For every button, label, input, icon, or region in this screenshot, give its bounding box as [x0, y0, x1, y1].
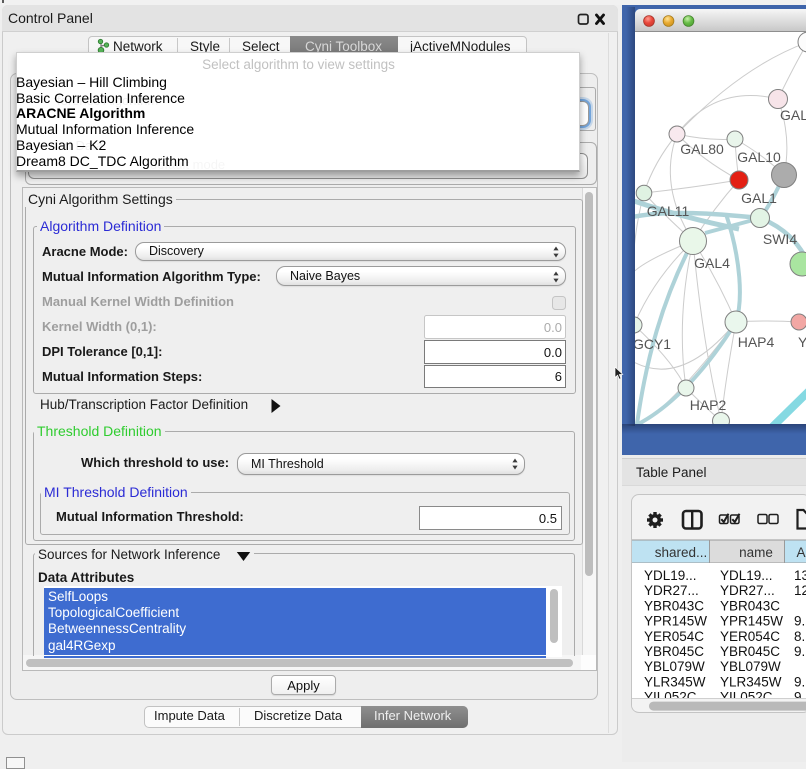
svg-text:YDR27...: YDR27...	[644, 583, 699, 598]
svg-text:YBR045C: YBR045C	[644, 644, 704, 659]
svg-text:GAL10: GAL10	[737, 149, 781, 165]
svg-text:YLR345W: YLR345W	[644, 674, 706, 689]
svg-text:GAL7: GAL7	[780, 107, 806, 123]
svg-text:YLR345W: YLR345W	[720, 674, 782, 689]
svg-text:13: 13	[794, 568, 806, 583]
svg-text:YDR27...: YDR27...	[720, 583, 775, 598]
svg-text:HAP4: HAP4	[738, 334, 775, 350]
svg-text:A: A	[796, 545, 805, 560]
svg-text:8.: 8.	[794, 629, 805, 644]
svg-text:YPR145W: YPR145W	[720, 614, 783, 629]
svg-text:YER054C: YER054C	[644, 629, 704, 644]
svg-text:9.: 9.	[794, 644, 805, 659]
svg-text:shared...: shared...	[655, 545, 708, 560]
svg-text:GAL1: GAL1	[741, 190, 777, 206]
svg-text:YBL079W: YBL079W	[720, 659, 781, 674]
svg-text:YBL079W: YBL079W	[644, 659, 705, 674]
svg-text:SWI4: SWI4	[763, 231, 797, 247]
svg-text:GCY1: GCY1	[635, 336, 671, 352]
svg-text:name: name	[739, 545, 773, 560]
svg-text:YBR043C: YBR043C	[644, 598, 704, 613]
svg-text:GAL80: GAL80	[680, 141, 724, 157]
svg-text:YDL19...: YDL19...	[644, 568, 697, 583]
svg-text:9.: 9.	[794, 614, 805, 629]
svg-text:12: 12	[794, 583, 806, 598]
svg-text:GAL4: GAL4	[694, 255, 730, 271]
svg-text:YDL19...: YDL19...	[720, 568, 773, 583]
svg-text:YPR145W: YPR145W	[644, 614, 707, 629]
svg-text:YER054C: YER054C	[720, 629, 780, 644]
svg-text:YJR: YJR	[798, 334, 806, 350]
svg-text:YBR045C: YBR045C	[720, 644, 780, 659]
svg-text:HAP2: HAP2	[690, 397, 727, 413]
svg-text:GAL11: GAL11	[647, 203, 690, 219]
svg-text:YBR043C: YBR043C	[720, 598, 780, 613]
svg-text:9.: 9.	[794, 674, 805, 689]
